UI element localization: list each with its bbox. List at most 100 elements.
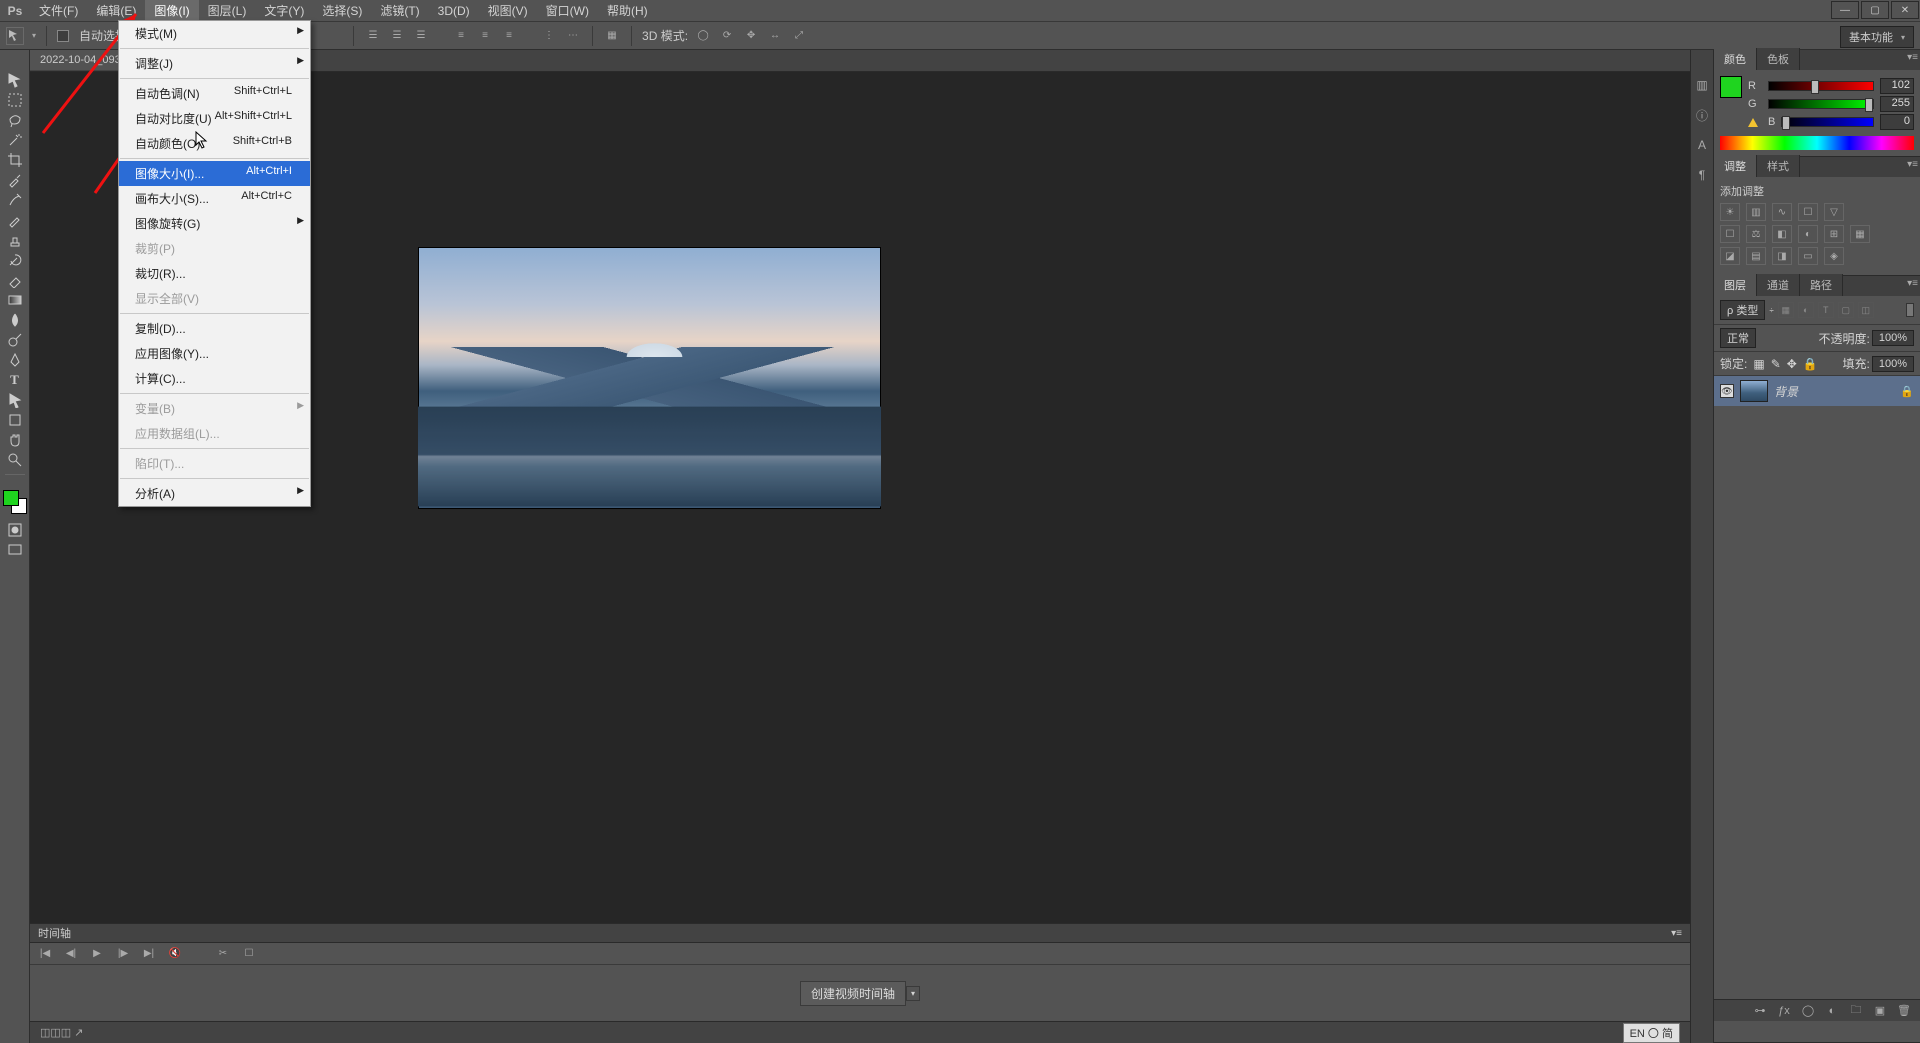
align-vcenter-icon[interactable]: ≡: [476, 27, 494, 45]
menu-file[interactable]: 文件(F): [30, 0, 87, 21]
new-group-icon[interactable]: 🗀: [1848, 1003, 1864, 1019]
b-slider[interactable]: [1781, 117, 1874, 127]
pen-tool[interactable]: [2, 350, 28, 370]
menu-item-adjustments[interactable]: 调整(J): [119, 51, 310, 76]
menu-item-image-size[interactable]: 图像大小(I)...Alt+Ctrl+I: [119, 161, 310, 186]
filter-pixel-icon[interactable]: ▦: [1778, 302, 1794, 318]
shape-tool[interactable]: [2, 410, 28, 430]
menu-item-mode[interactable]: 模式(M): [119, 21, 310, 46]
paragraph-icon[interactable]: ¶: [1693, 166, 1711, 184]
roll-3d-icon[interactable]: ⟳: [718, 27, 736, 45]
path-select-tool[interactable]: [2, 390, 28, 410]
align-bottom-icon[interactable]: ≡: [500, 27, 518, 45]
gradient-tool[interactable]: [2, 290, 28, 310]
blur-tool[interactable]: [2, 310, 28, 330]
orbit-3d-icon[interactable]: ◯: [694, 27, 712, 45]
lock-position-icon[interactable]: ✥: [1787, 357, 1797, 371]
bw-icon[interactable]: ◧: [1772, 225, 1792, 243]
panel-menu-icon[interactable]: ▾≡: [1671, 928, 1682, 939]
menu-item-image-rotation[interactable]: 图像旋转(G): [119, 211, 310, 236]
menu-item-auto-color[interactable]: 自动颜色(O)Shift+Ctrl+B: [119, 131, 310, 156]
vibrance-icon[interactable]: ▽: [1824, 203, 1844, 221]
menu-item-auto-tone[interactable]: 自动色调(N)Shift+Ctrl+L: [119, 81, 310, 106]
brightness-icon[interactable]: ☀: [1720, 203, 1740, 221]
clone-stamp-tool[interactable]: [2, 230, 28, 250]
filter-adjust-icon[interactable]: ◐: [1798, 302, 1814, 318]
zoom-tool[interactable]: [2, 450, 28, 470]
menu-item-calculations[interactable]: 计算(C)...: [119, 366, 310, 391]
workspace-selector[interactable]: 基本功能 ▾: [1840, 26, 1914, 48]
threshold-icon[interactable]: ◨: [1772, 247, 1792, 265]
menu-filter[interactable]: 滤镜(T): [371, 0, 428, 21]
screen-mode-tool[interactable]: [2, 540, 28, 560]
color-balance-icon[interactable]: ⚖: [1746, 225, 1766, 243]
foreground-color-swatch[interactable]: [3, 490, 19, 506]
filter-smart-icon[interactable]: ◫: [1858, 302, 1874, 318]
hue-sat-icon[interactable]: ☐: [1720, 225, 1740, 243]
move-tool[interactable]: [2, 70, 28, 90]
go-end-button[interactable]: ▶|: [142, 947, 156, 961]
g-value[interactable]: 255: [1880, 96, 1914, 112]
auto-align-icon[interactable]: ▦: [603, 27, 621, 45]
play-button[interactable]: ▶: [90, 947, 104, 961]
opacity-value[interactable]: 100%: [1872, 330, 1914, 346]
lock-pixels-icon[interactable]: ✎: [1771, 357, 1781, 371]
language-indicator[interactable]: EN 〇 简: [1623, 1023, 1680, 1043]
levels-icon[interactable]: ▥: [1746, 203, 1766, 221]
histogram-icon[interactable]: ▥: [1693, 76, 1711, 94]
move-tool-preset-icon[interactable]: [6, 27, 24, 45]
filter-shape-icon[interactable]: ▢: [1838, 302, 1854, 318]
crop-tool[interactable]: [2, 150, 28, 170]
panel-menu-icon[interactable]: ▾≡: [1907, 159, 1918, 170]
posterize-icon[interactable]: ▤: [1746, 247, 1766, 265]
info-icon[interactable]: ⓘ: [1693, 106, 1711, 124]
healing-brush-tool[interactable]: [2, 190, 28, 210]
step-fwd-button[interactable]: |▶: [116, 947, 130, 961]
r-slider[interactable]: [1768, 81, 1874, 91]
close-button[interactable]: ✕: [1891, 1, 1919, 19]
scale-3d-icon[interactable]: ⤢: [790, 27, 808, 45]
align-top-icon[interactable]: ≡: [452, 27, 470, 45]
layer-row-background[interactable]: 👁 背景 🔒: [1714, 376, 1920, 406]
layer-mask-icon[interactable]: ◯: [1800, 1003, 1816, 1019]
mute-button[interactable]: 🔇: [168, 947, 182, 961]
tab-color[interactable]: 颜色: [1714, 48, 1757, 70]
magic-wand-tool[interactable]: [2, 130, 28, 150]
layer-thumbnail[interactable]: [1740, 380, 1768, 402]
lock-all-icon[interactable]: 🔒: [1803, 357, 1818, 371]
filter-type-icon[interactable]: T: [1818, 302, 1834, 318]
layer-fx-icon[interactable]: ƒx: [1776, 1003, 1792, 1019]
g-slider[interactable]: [1768, 99, 1874, 109]
maximize-button[interactable]: ▢: [1861, 1, 1889, 19]
filter-toggle[interactable]: [1906, 303, 1914, 317]
auto-select-checkbox[interactable]: [57, 30, 69, 42]
marquee-tool[interactable]: [2, 90, 28, 110]
quick-mask-tool[interactable]: [2, 520, 28, 540]
menu-help[interactable]: 帮助(H): [598, 0, 657, 21]
new-adjustment-icon[interactable]: ◐: [1824, 1003, 1840, 1019]
exposure-icon[interactable]: ☐: [1798, 203, 1818, 221]
tab-swatches[interactable]: 色板: [1757, 48, 1800, 70]
photo-filter-icon[interactable]: ◐: [1798, 225, 1818, 243]
menu-item-canvas-size[interactable]: 画布大小(S)...Alt+Ctrl+C: [119, 186, 310, 211]
fill-value[interactable]: 100%: [1872, 356, 1914, 372]
gamut-warning-icon[interactable]: [1748, 118, 1758, 127]
pan-3d-icon[interactable]: ✥: [742, 27, 760, 45]
menu-item-duplicate[interactable]: 复制(D)...: [119, 316, 310, 341]
align-right-icon[interactable]: ☰: [412, 27, 430, 45]
new-layer-icon[interactable]: ▣: [1872, 1003, 1888, 1019]
tab-styles[interactable]: 样式: [1757, 155, 1800, 177]
menu-type[interactable]: 文字(Y): [255, 0, 313, 21]
distribute-h-icon[interactable]: ⋮: [540, 27, 558, 45]
color-spectrum[interactable]: [1720, 136, 1914, 150]
tab-channels[interactable]: 通道: [1757, 274, 1800, 296]
eyedropper-tool[interactable]: [2, 170, 28, 190]
blend-mode-select[interactable]: 正常: [1720, 328, 1756, 348]
align-center-icon[interactable]: ☰: [388, 27, 406, 45]
menu-item-analysis[interactable]: 分析(A): [119, 481, 310, 506]
menu-image[interactable]: 图像(I): [145, 0, 198, 21]
align-left-icon[interactable]: ☰: [364, 27, 382, 45]
foreground-background-swatch[interactable]: [3, 490, 27, 514]
channel-mixer-icon[interactable]: ⊞: [1824, 225, 1844, 243]
selective-color-icon[interactable]: ◈: [1824, 247, 1844, 265]
